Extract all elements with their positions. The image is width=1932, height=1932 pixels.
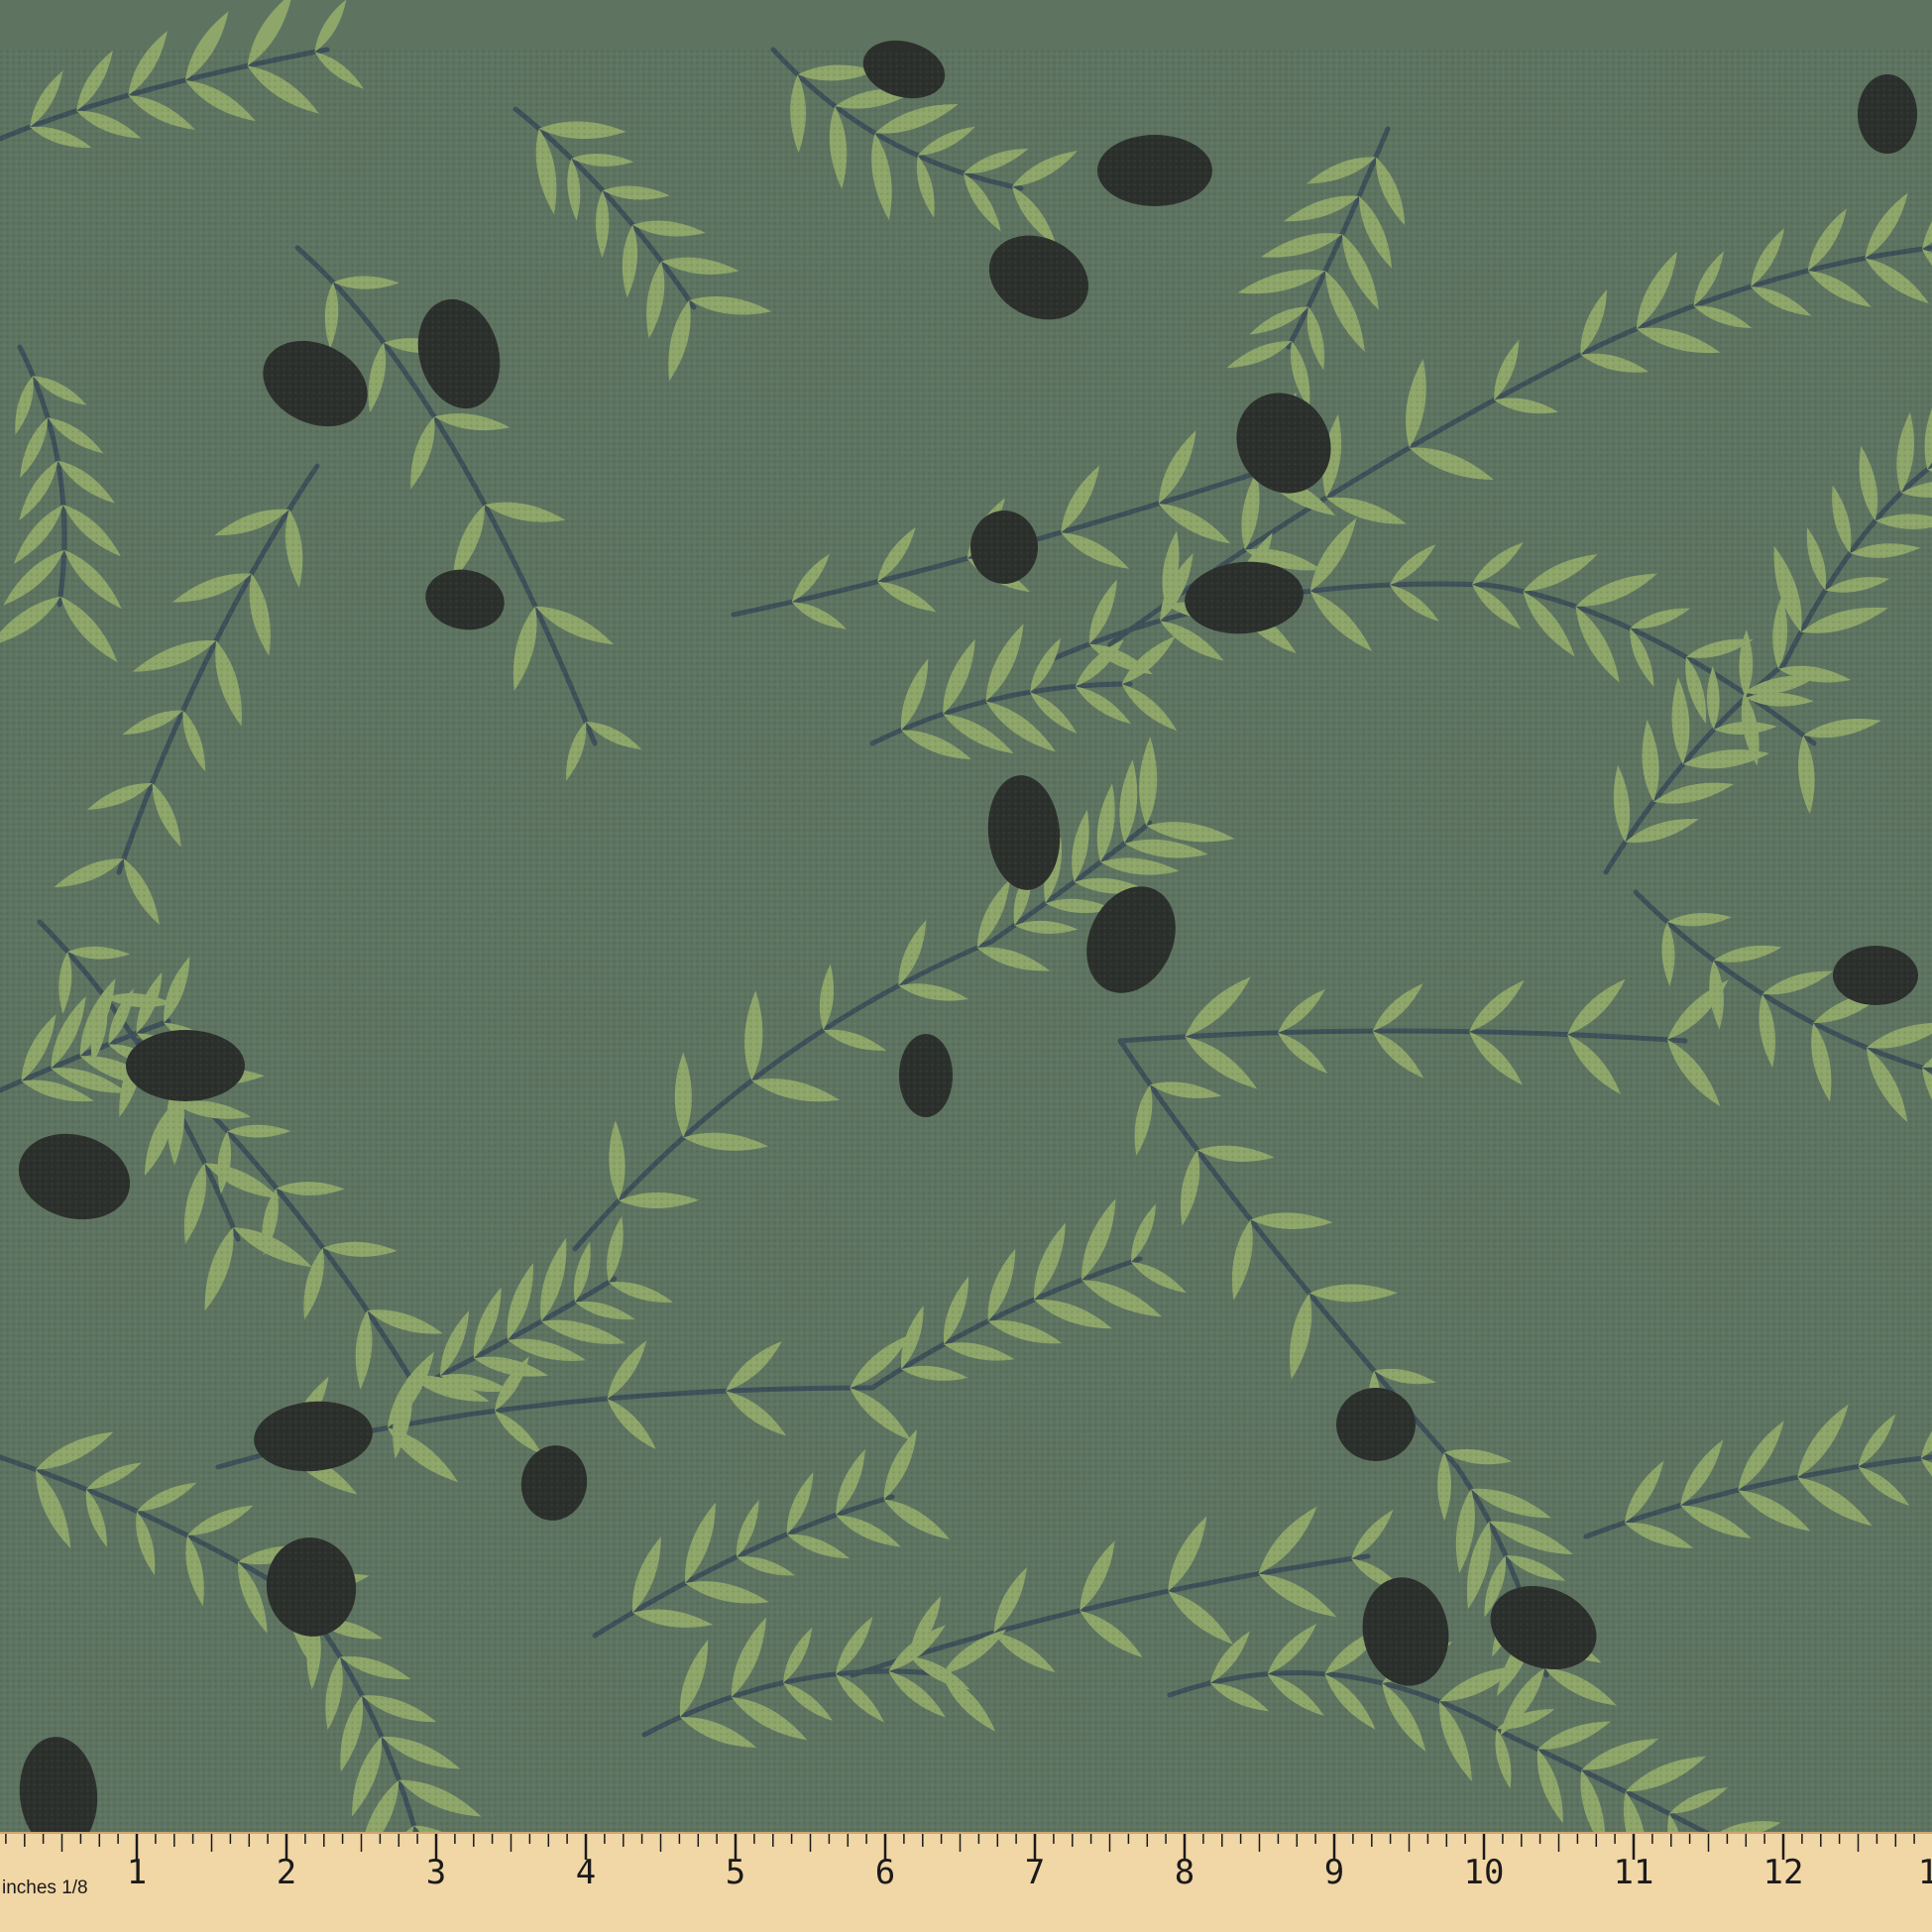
ruler-number: 8 [1175,1853,1194,1892]
olive-branch-fabric-pattern [0,0,1932,1929]
weave-texture [0,50,1932,1882]
ruler-number: 2 [277,1853,296,1892]
ruler-unit-caption: inches 1/8 [2,1877,88,1898]
ruler-number: 4 [576,1853,596,1892]
ruler-number: 6 [875,1853,895,1892]
ruler-number: 7 [1025,1853,1045,1892]
ruler-number: 5 [726,1853,745,1892]
ruler-number: 1 [127,1853,147,1892]
ruler-number: 11 [1614,1853,1654,1892]
ruler-number: 9 [1324,1853,1344,1892]
fabric-swatch-viewer: 1 2 3 4 5 6 7 8 9 10 11 12 1 inches 1/8 [0,0,1932,1932]
ruler-number: 12 [1763,1853,1804,1892]
measuring-ruler: 1 2 3 4 5 6 7 8 9 10 11 12 1 inches 1/8 [0,1832,1932,1932]
ruler-number: 1 [1918,1853,1932,1892]
ruler-number: 10 [1464,1853,1505,1892]
leaf [314,0,347,53]
ruler-number: 3 [426,1853,446,1892]
